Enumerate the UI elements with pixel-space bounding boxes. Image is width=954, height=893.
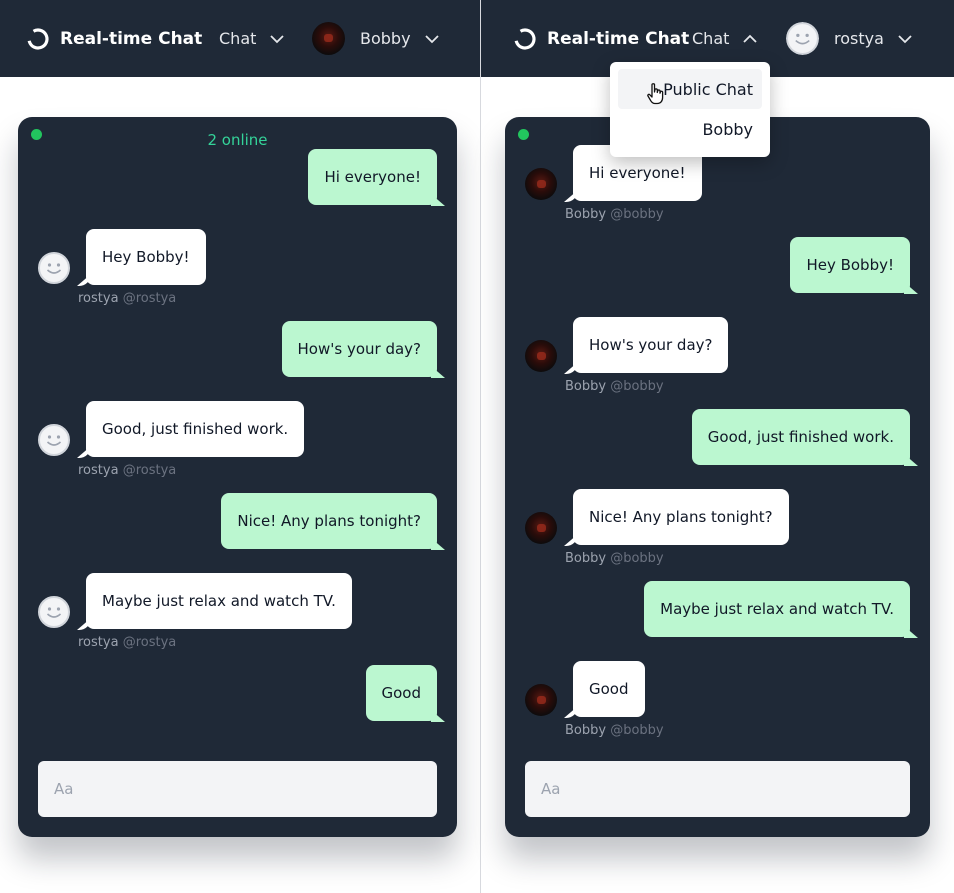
chat-menu-label: Chat: [692, 29, 730, 48]
smiley-avatar-icon: [38, 596, 70, 628]
author-name: Bobby: [565, 723, 607, 738]
user-name: rostya: [834, 29, 884, 48]
author-name: Bobby: [565, 379, 607, 394]
logo-icon: [27, 27, 49, 50]
user-avatar: [312, 22, 345, 55]
message-author: Bobby @bobby: [565, 379, 664, 394]
app-title: Real-time Chat: [547, 28, 690, 49]
message-bubble-outgoing: Good, just finished work.: [691, 409, 910, 465]
user-menu-toggle[interactable]: rostya: [786, 0, 912, 77]
author-handle: @bobby: [610, 379, 664, 394]
message-input[interactable]: [525, 761, 910, 817]
chevron-down-icon: [270, 34, 285, 43]
chat-card: 2 online Hi everyone! Hey Bobby! rostya …: [18, 117, 457, 837]
left-window: Real-time Chat Chat Bobby 2 online Hi ev…: [0, 0, 480, 893]
smiley-avatar-icon: [38, 424, 70, 456]
brand-link[interactable]: Real-time Chat: [26, 0, 202, 77]
message-bubble-incoming: Hey Bobby!: [86, 229, 206, 285]
chevron-up-icon: [743, 34, 758, 43]
message-input[interactable]: [38, 761, 437, 817]
dropdown-item-public-chat[interactable]: Public Chat: [618, 69, 762, 109]
navbar: Real-time Chat Chat Bobby: [0, 0, 480, 77]
message-author: Bobby @bobby: [565, 723, 664, 738]
app-title: Real-time Chat: [60, 28, 203, 49]
message-author: Bobby @bobby: [565, 551, 664, 566]
message-bubble-outgoing: Maybe just relax and watch TV.: [644, 581, 910, 637]
chat-menu-toggle[interactable]: Chat: [219, 0, 285, 77]
online-indicator: [518, 129, 529, 140]
chat-dropdown-menu: Public Chat Bobby: [610, 62, 770, 157]
message-bubble-incoming: Good: [573, 661, 645, 717]
smiley-avatar-icon: [38, 252, 70, 284]
author-handle: @rostya: [122, 463, 177, 478]
message-author: Bobby @bobby: [565, 207, 664, 222]
chat-menu-label: Chat: [219, 29, 257, 48]
hand-cursor-icon: [647, 83, 664, 105]
chat-card: Hi everyone! Bobby @bobby Hey Bobby! How…: [505, 117, 930, 837]
online-count: 2 online: [207, 131, 268, 149]
message-bubble-incoming: Good, just finished work.: [86, 401, 305, 457]
author-handle: @bobby: [610, 551, 664, 566]
smiley-avatar-icon: [786, 22, 819, 55]
author-handle: @rostya: [122, 635, 177, 650]
logo-icon: [514, 27, 536, 50]
message-bubble-outgoing: How's your day?: [281, 321, 437, 377]
author-name: Bobby: [565, 551, 607, 566]
message-bubble-incoming: Maybe just relax and watch TV.: [86, 573, 352, 629]
message-author: rostya @rostya: [78, 635, 176, 650]
message-bubble-incoming: Nice! Any plans tonight?: [573, 489, 789, 545]
dropdown-item-label: Public Chat: [663, 79, 753, 99]
message-bubble-incoming: How's your day?: [573, 317, 729, 373]
author-handle: @bobby: [610, 207, 664, 222]
user-avatar: [525, 684, 557, 716]
message-bubble-outgoing: Hi everyone!: [308, 149, 437, 205]
message-bubble-outgoing: Hey Bobby!: [790, 237, 910, 293]
author-name: rostya: [78, 291, 119, 306]
message-bubble-outgoing: Nice! Any plans tonight?: [221, 493, 437, 549]
author-handle: @bobby: [610, 723, 664, 738]
app-root: Real-time Chat Chat Bobby 2 online Hi ev…: [0, 0, 954, 893]
right-window: Real-time Chat Chat rostya Hi everyone! …: [481, 0, 954, 893]
user-avatar: [525, 168, 557, 200]
user-menu-toggle[interactable]: Bobby: [312, 0, 439, 77]
author-handle: @rostya: [122, 291, 177, 306]
message-bubble-outgoing: Good: [365, 665, 437, 721]
chevron-down-icon: [898, 34, 912, 43]
message-author: rostya @rostya: [78, 291, 176, 306]
user-name: Bobby: [360, 29, 411, 48]
dropdown-item-label: Bobby: [702, 119, 753, 139]
author-name: rostya: [78, 463, 119, 478]
message-author: rostya @rostya: [78, 463, 176, 478]
chevron-down-icon: [424, 34, 439, 43]
user-avatar: [525, 340, 557, 372]
author-name: Bobby: [565, 207, 607, 222]
user-avatar: [525, 512, 557, 544]
author-name: rostya: [78, 635, 119, 650]
dropdown-item-bobby[interactable]: Bobby: [618, 109, 762, 149]
